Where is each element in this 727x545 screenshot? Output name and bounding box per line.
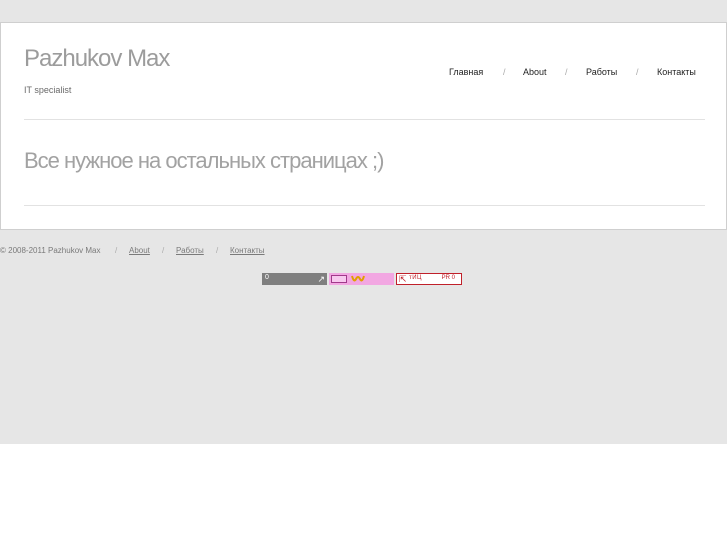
site-tagline: IT specialist [24,85,72,95]
arrow-icon: ↗ [317,274,325,284]
mail-ru-wave-icon [351,275,365,282]
nav-separator: / [565,67,568,77]
footer-separator: / [216,246,219,255]
arrow-up-left-icon: ⇱ [399,274,407,284]
page-headline: Все нужное на остальных страницах ;) [24,148,384,173]
copyright-text: © 2008-2011 Pazhukov Max [0,246,101,255]
cy-label: тИЦ [409,275,422,281]
footer-link-about[interactable]: About [129,246,150,255]
yandex-cy-counter[interactable]: ⇱ тИЦ PR 0 [396,273,462,285]
footer: © 2008-2011 Pazhukov Max / About / Работ… [0,246,300,258]
footer-separator: / [162,246,165,255]
mail-ru-counter[interactable] [329,273,394,285]
counter-value: 0 [265,274,269,281]
nav-separator: / [503,67,506,77]
footer-separator: / [115,246,118,255]
footer-link-contacts[interactable]: Контакты [230,246,265,255]
header-divider [24,119,705,120]
mail-ru-logo [331,275,347,283]
content-divider [24,205,705,206]
nav-separator: / [636,67,639,77]
cy-value: PR 0 [441,275,455,281]
footer-link-works[interactable]: Работы [176,246,204,255]
nav-item-contacts[interactable]: Контакты [657,67,696,77]
main-nav: Главная / About / Работы / Контакты [449,67,701,81]
nav-item-about[interactable]: About [523,67,547,77]
liveinternet-counter[interactable]: 0 ↗ [262,273,327,285]
nav-item-home[interactable]: Главная [449,67,483,77]
site-title[interactable]: Pazhukov Max [24,45,170,73]
content-card: Pazhukov Max IT specialist Главная / Abo… [0,22,727,230]
nav-item-works[interactable]: Работы [586,67,617,77]
counters-bar: 0 ↗ ⇱ тИЦ PR 0 [262,273,462,285]
